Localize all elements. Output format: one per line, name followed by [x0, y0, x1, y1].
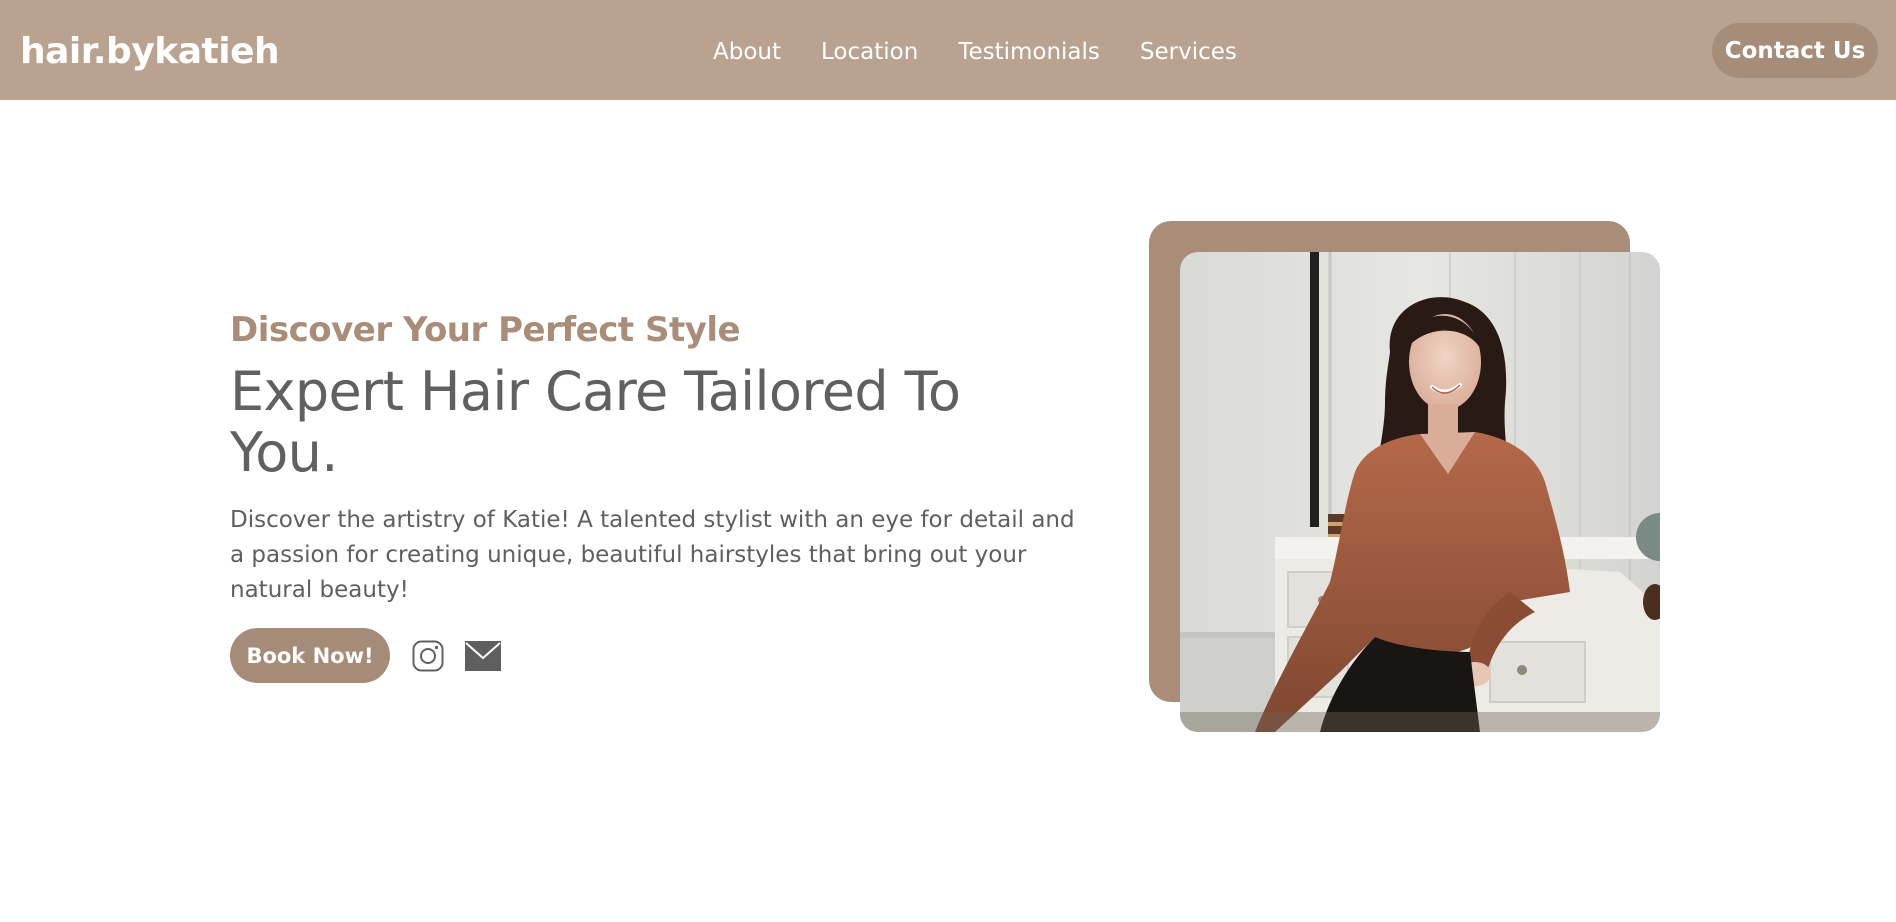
hero-description: Discover the artistry of Katie! A talent…	[230, 507, 1075, 603]
contact-us-button[interactable]: Contact Us	[1712, 23, 1878, 78]
nav-links: About Location Testimonials Services	[713, 36, 1237, 68]
nav-link-services[interactable]: Services	[1140, 36, 1237, 68]
nav-link-testimonials[interactable]: Testimonials	[958, 36, 1100, 68]
hero-headline: Expert Hair Care Tailored To You.	[230, 360, 961, 484]
hero-eyebrow: Discover Your Perfect Style	[230, 310, 741, 350]
hero-text: Discover Your Perfect Style Expert Hair …	[230, 305, 1080, 683]
book-now-button[interactable]: Book Now!	[230, 628, 390, 683]
hero-actions: Book Now!	[230, 628, 1080, 683]
navbar: hair.bykatieh About Location Testimonial…	[0, 0, 1896, 100]
nav-link-about[interactable]: About	[713, 36, 781, 68]
instagram-icon[interactable]	[412, 640, 444, 672]
nav-link-location[interactable]: Location	[821, 36, 918, 68]
mail-icon[interactable]	[465, 640, 501, 672]
site-logo[interactable]: hair.bykatieh	[20, 30, 280, 74]
stylist-photo	[1180, 252, 1660, 732]
